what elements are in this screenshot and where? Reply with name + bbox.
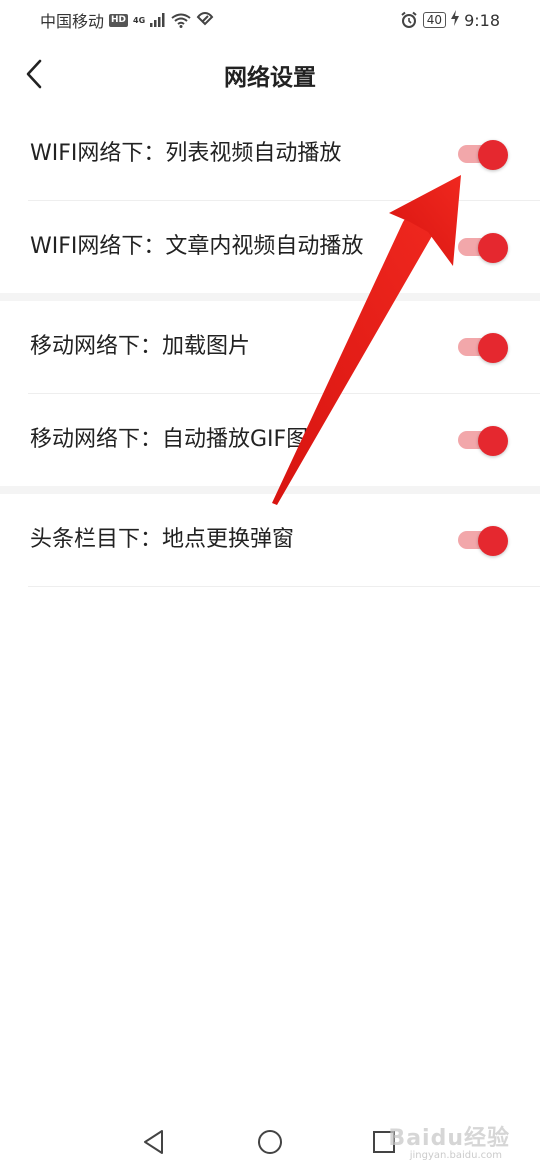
page-title: 网络设置	[224, 65, 316, 91]
section-divider	[0, 486, 540, 494]
home-circle-icon	[258, 1130, 282, 1154]
toggle-mobile-load-images[interactable]	[458, 333, 508, 363]
setting-row-location-change-popup: 头条栏目下：地点更换弹窗	[28, 494, 540, 587]
setting-label: 移动网络下：加载图片	[30, 334, 251, 359]
back-triangle-icon	[144, 1130, 163, 1154]
setting-row-mobile-autoplay-gif: 移动网络下：自动播放GIF图	[28, 394, 540, 486]
toggle-mobile-autoplay-gif[interactable]	[458, 426, 508, 456]
toggle-knob	[478, 426, 508, 456]
nav-back-button[interactable]	[136, 1124, 172, 1160]
clock-time: 9:18	[464, 10, 500, 30]
charging-icon	[451, 10, 460, 30]
network-type: 4G	[133, 16, 146, 25]
toggle-wifi-list-video-autoplay[interactable]	[458, 140, 508, 170]
settings-list: WIFI网络下：列表视频自动播放 WIFI网络下：文章内视频自动播放 移动网络下…	[0, 108, 540, 587]
setting-row-wifi-list-video-autoplay: WIFI网络下：列表视频自动播放	[28, 108, 540, 201]
status-left: 中国移动 HD 4G	[40, 8, 214, 32]
hotspot-icon	[196, 11, 214, 30]
status-bar: 中国移动 HD 4G 40 9:18	[0, 0, 540, 40]
setting-label: 头条栏目下：地点更换弹窗	[30, 527, 295, 552]
setting-row-wifi-article-video-autoplay: WIFI网络下：文章内视频自动播放	[28, 201, 540, 293]
page-header: 网络设置	[0, 40, 540, 108]
watermark-url: jingyan.baidu.com	[409, 1150, 502, 1161]
toggle-knob	[478, 333, 508, 363]
setting-label: 移动网络下：自动播放GIF图	[30, 427, 309, 452]
toggle-location-change-popup[interactable]	[458, 526, 508, 556]
battery-indicator: 40	[422, 12, 447, 28]
wifi-icon	[171, 13, 191, 28]
toggle-knob	[478, 526, 508, 556]
nav-home-button[interactable]	[252, 1124, 288, 1160]
status-right: 40 9:18	[400, 10, 500, 30]
toggle-knob	[478, 233, 508, 263]
toggle-wifi-article-video-autoplay[interactable]	[458, 233, 508, 263]
setting-label: WIFI网络下：列表视频自动播放	[30, 141, 342, 166]
section-divider	[0, 293, 540, 301]
setting-label: WIFI网络下：文章内视频自动播放	[30, 234, 364, 259]
carrier-name: 中国移动	[40, 12, 105, 31]
toggle-knob	[478, 140, 508, 170]
signal-icon	[150, 13, 166, 27]
watermark-logo: Baidu经验	[388, 1126, 510, 1151]
alarm-icon	[400, 11, 418, 29]
hd-badge: HD	[109, 13, 129, 27]
setting-row-mobile-load-images: 移动网络下：加载图片	[28, 301, 540, 394]
